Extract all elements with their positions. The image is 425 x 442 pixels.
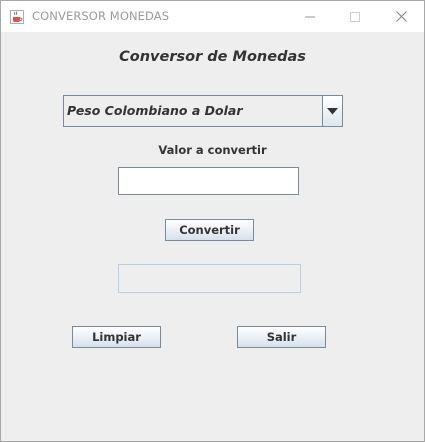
minimize-button[interactable]	[287, 1, 333, 32]
maximize-button[interactable]	[332, 1, 378, 32]
maximize-icon	[350, 11, 360, 22]
java-cup-icon	[10, 9, 24, 24]
conversion-type-value: Peso Colombiano a Dolar	[67, 103, 243, 118]
minimize-icon	[305, 16, 315, 17]
result-field	[118, 264, 301, 293]
dropdown-arrow-button[interactable]	[322, 96, 342, 126]
close-icon	[395, 11, 407, 22]
app-window: CONVERSOR MONEDAS Conversor de Monedas P…	[0, 0, 425, 442]
amount-input[interactable]	[118, 167, 299, 195]
conversion-type-select[interactable]: Peso Colombiano a Dolar	[63, 95, 343, 127]
window-title: CONVERSOR MONEDAS	[32, 9, 170, 23]
page-title: Conversor de Monedas	[119, 49, 306, 65]
convert-button[interactable]: Convertir	[165, 219, 254, 241]
exit-button[interactable]: Salir	[237, 326, 326, 348]
clear-button[interactable]: Limpiar	[72, 326, 161, 348]
close-button[interactable]	[378, 1, 424, 32]
title-bar[interactable]: CONVERSOR MONEDAS	[1, 1, 424, 32]
amount-label: Valor a convertir	[158, 143, 267, 157]
chevron-down-icon	[327, 107, 338, 114]
